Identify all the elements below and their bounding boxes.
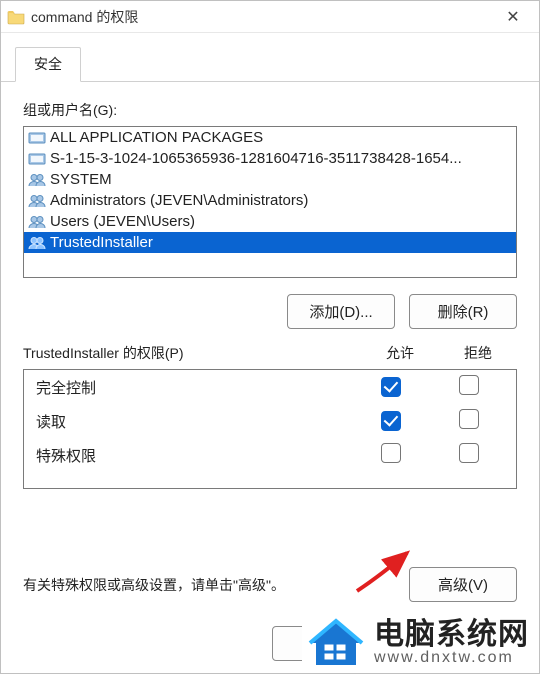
package-icon [28,130,46,146]
principal-label: S-1-15-3-1024-1065365936-1281604716-3511… [50,150,462,167]
watermark: 电脑系统网 www.dnxtw.com [302,609,535,673]
principal-item[interactable]: ALL APPLICATION PACKAGES [24,127,516,148]
advanced-button[interactable]: 高级(V) [409,567,517,602]
deny-column-header: 拒绝 [439,343,517,363]
permission-label: 特殊权限 [36,445,352,466]
remove-button[interactable]: 删除(R) [409,294,517,329]
group-icon [28,235,46,251]
principal-label: TrustedInstaller [50,234,153,251]
permission-row: 完全控制 [24,370,516,404]
tab-strip: 安全 [1,33,539,82]
watermark-logo-icon [308,615,364,671]
add-button[interactable]: 添加(D)... [287,294,395,329]
principals-listbox[interactable]: ALL APPLICATION PACKAGES S-1-15-3-1024-10… [23,126,517,278]
watermark-name: 电脑系统网 [374,619,529,651]
group-icon [28,193,46,209]
permissions-for-label: TrustedInstaller 的权限(P) [23,343,361,363]
permissions-dialog: command 的权限 ✕ 安全 组或用户名(G): ALL APPLICATI… [0,0,540,674]
package-icon [28,151,46,167]
allow-checkbox[interactable] [381,443,401,463]
principal-buttons: 添加(D)... 删除(R) [23,294,517,329]
tab-security[interactable]: 安全 [15,47,81,82]
group-icon [28,172,46,188]
principal-label: Administrators (JEVEN\Administrators) [50,192,308,209]
advanced-hint-text: 有关特殊权限或高级设置，请单击"高级"。 [23,575,409,595]
permission-row: 读取 [24,404,516,438]
deny-checkbox[interactable] [459,375,479,395]
principal-item[interactable]: Users (JEVEN\Users) [24,211,516,232]
watermark-url: www.dnxtw.com [374,650,529,667]
advanced-row: 有关特殊权限或高级设置，请单击"高级"。 高级(V) [23,567,517,602]
permission-label: 读取 [36,411,352,432]
group-icon [28,214,46,230]
principal-item[interactable]: Administrators (JEVEN\Administrators) [24,190,516,211]
permissions-header: TrustedInstaller 的权限(P) 允许 拒绝 [23,343,517,363]
folder-icon [7,9,25,25]
principal-item[interactable]: S-1-15-3-1024-1065365936-1281604716-3511… [24,148,516,169]
close-button[interactable]: ✕ [493,3,533,31]
principal-label: ALL APPLICATION PACKAGES [50,129,263,146]
deny-checkbox[interactable] [459,409,479,429]
principal-item[interactable]: SYSTEM [24,169,516,190]
deny-checkbox[interactable] [459,443,479,463]
permissions-listbox: 完全控制读取特殊权限 [23,369,517,489]
titlebar: command 的权限 ✕ [1,1,539,33]
principal-label: Users (JEVEN\Users) [50,213,195,230]
principal-label: SYSTEM [50,171,112,188]
allow-checkbox[interactable] [381,377,401,397]
permission-label: 完全控制 [36,377,352,398]
permission-row: 特殊权限 [24,438,516,472]
security-panel: 组或用户名(G): ALL APPLICATION PACKAGES S-1-15… [1,82,539,612]
principal-item[interactable]: TrustedInstaller [24,232,516,253]
group-users-label: 组或用户名(G): [23,100,517,120]
window-title: command 的权限 [31,7,493,27]
allow-column-header: 允许 [361,343,439,363]
allow-checkbox[interactable] [381,411,401,431]
